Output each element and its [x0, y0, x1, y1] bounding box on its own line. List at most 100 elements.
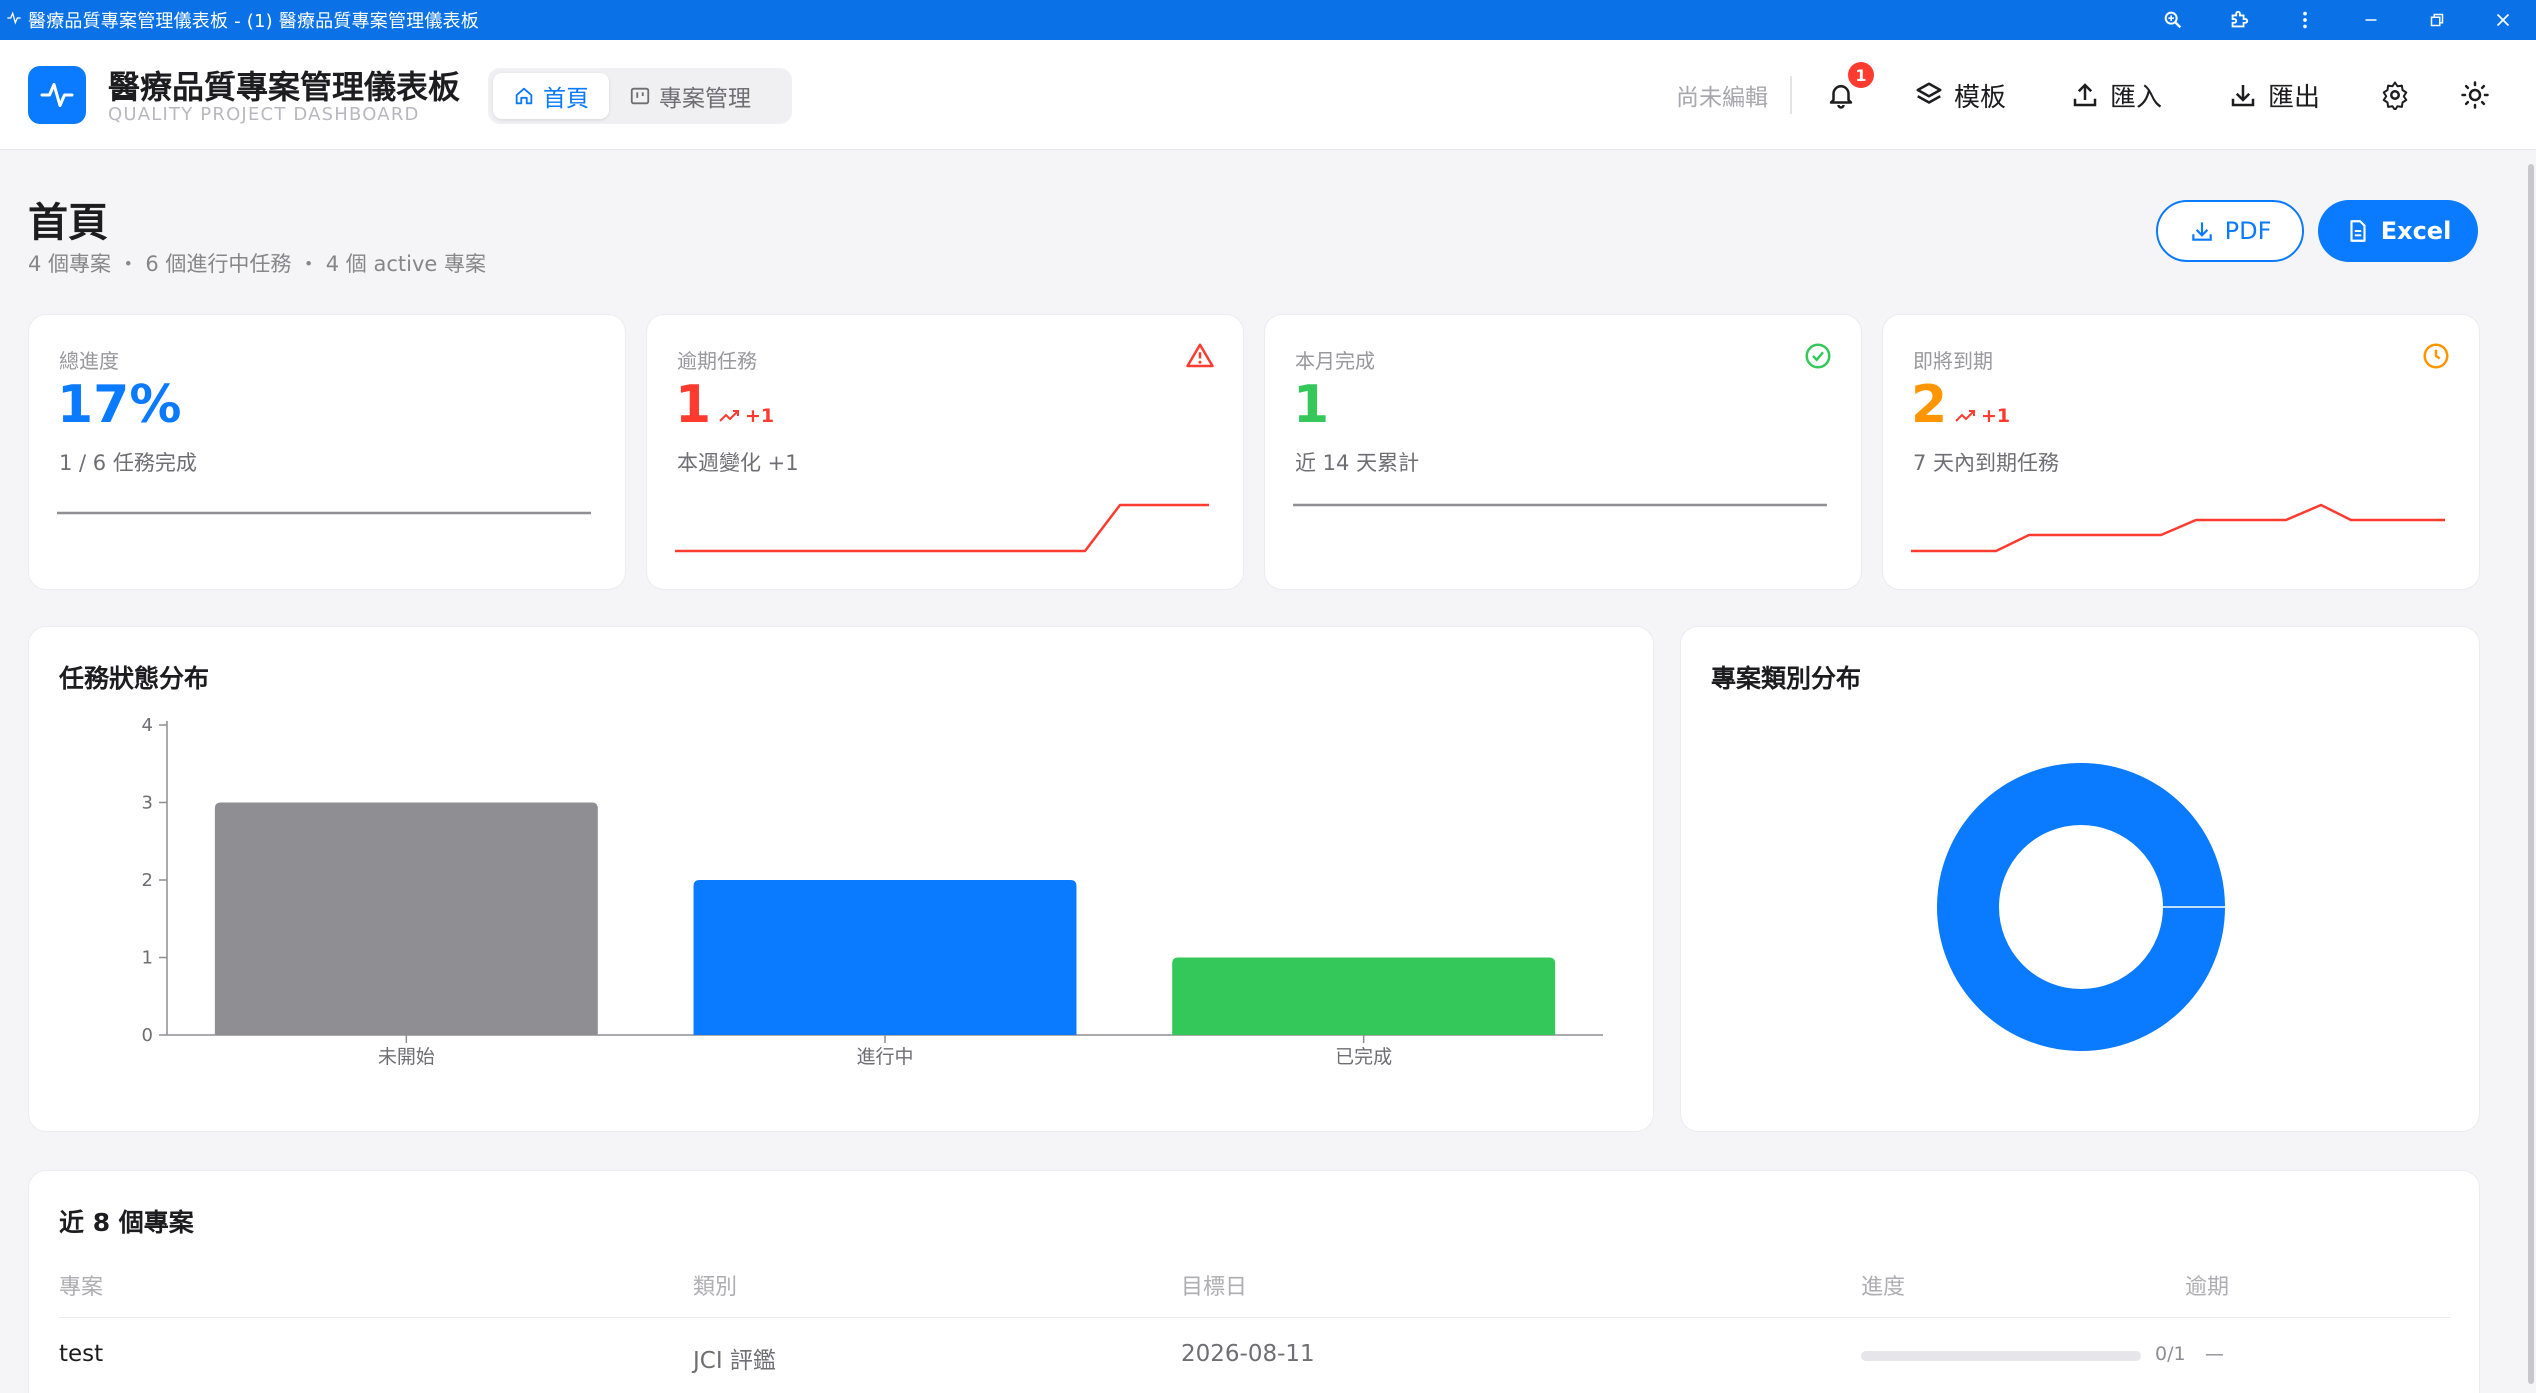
stat-sub: 本週變化 +1 [677, 451, 799, 475]
activity-icon [0, 10, 28, 31]
trending-up-icon [719, 410, 739, 422]
window-title: 醫療品質專案管理儀表板 - (1) 醫療品質專案管理儀表板 [28, 11, 479, 32]
sparkline [675, 503, 1209, 553]
download-icon [2231, 85, 2255, 107]
column-header-project: 專案 [59, 1275, 104, 1300]
kanban-icon [630, 87, 650, 105]
clock-icon [2423, 343, 2449, 369]
progress-text: 0/1 [2155, 1343, 2186, 1365]
stat-sub: 7 天內到期任務 [1913, 451, 2060, 475]
notifications-button[interactable] [1826, 40, 1856, 150]
app-logo [28, 66, 86, 124]
table-divider [59, 1317, 2451, 1318]
unsaved-status: 尚未編輯 [1676, 85, 1768, 111]
project-name[interactable]: test [59, 1341, 103, 1367]
stat-value: 2 [1911, 375, 1948, 435]
task-status-card: 任務狀態分布 0 1 2 3 4 未開始 進行中 已完成 [28, 626, 1654, 1132]
task-status-chart: 0 1 2 3 4 未開始 進行中 已完成 [142, 715, 1603, 1068]
gear-icon [2382, 81, 2408, 110]
stat-card-due-soon: 即將到期 2 +1 7 天內到期任務 [1882, 314, 2480, 590]
column-header-target-date: 目標日 [1181, 1275, 1248, 1300]
stat-label: 本月完成 [1295, 349, 1375, 373]
stat-label: 逾期任務 [677, 349, 757, 373]
templates-button[interactable]: 模板 [1914, 40, 2006, 150]
stat-trend-value: +1 [745, 405, 775, 427]
stat-sub: 近 14 天累計 [1295, 451, 1420, 475]
theme-toggle-button[interactable] [2460, 40, 2490, 150]
bar[interactable] [1172, 957, 1556, 1036]
progress-bar [1861, 1351, 2141, 1361]
trending-up-icon [1955, 410, 1975, 422]
column-header-overdue: 逾期 [2185, 1275, 2230, 1300]
import-label: 匯入 [2110, 82, 2163, 113]
stat-trend-value: +1 [1981, 405, 2011, 427]
minimize-icon[interactable] [2338, 0, 2404, 40]
scrollbar-thumb[interactable] [2528, 164, 2534, 1384]
column-header-progress: 進度 [1861, 1275, 1906, 1300]
y-tick-label: 4 [142, 715, 153, 736]
stat-card-total-progress: 總進度 17% 1 / 6 任務完成 [28, 314, 626, 590]
x-tick-label: 未開始 [378, 1046, 435, 1068]
recent-projects-title: 近 8 個專案 [59, 1208, 194, 1237]
y-tick-label: 1 [142, 948, 153, 969]
project-category: JCI 評鑑 [693, 1348, 776, 1374]
sparkline [1911, 503, 2445, 553]
divider [1790, 76, 1792, 114]
sun-icon [2461, 81, 2489, 109]
activity-icon [40, 83, 74, 107]
stat-value: 1 [1293, 375, 1330, 435]
export-pdf-button[interactable]: PDF [2156, 200, 2304, 262]
more-vertical-icon[interactable] [2272, 0, 2338, 40]
project-target-date: 2026-08-11 [1181, 1341, 1315, 1367]
y-tick-label: 0 [142, 1025, 153, 1046]
stat-value: 17% [57, 375, 182, 435]
sparkline [57, 511, 591, 515]
project-category-card: 專案類別分布 [1680, 626, 2480, 1132]
export-label: 匯出 [2268, 82, 2321, 113]
templates-label: 模板 [1954, 82, 2007, 113]
spreadsheet-icon [2350, 220, 2366, 242]
project-category-chart [1937, 763, 2225, 1051]
tab-project-management-label: 專案管理 [659, 86, 751, 112]
settings-button[interactable] [2380, 40, 2410, 150]
upload-icon [2073, 83, 2097, 107]
stat-label: 即將到期 [1913, 349, 1993, 373]
layers-icon [1916, 82, 1942, 104]
pdf-label: PDF [2224, 217, 2272, 245]
page-title: 首頁 [28, 200, 108, 246]
alert-triangle-icon [1186, 343, 1214, 368]
zoom-icon[interactable] [2140, 0, 2206, 40]
notification-badge: 1 [1848, 62, 1874, 88]
donut-slice[interactable] [1937, 763, 2225, 1051]
x-tick-label: 已完成 [1335, 1046, 1392, 1068]
extension-icon[interactable] [2206, 0, 2272, 40]
stat-sub: 1 / 6 任務完成 [59, 451, 197, 475]
stat-trend: +1 [1955, 405, 2010, 427]
sparkline [1293, 503, 1827, 507]
y-tick-label: 3 [142, 793, 153, 814]
tab-home[interactable]: 首頁 [493, 73, 609, 119]
x-tick-label: 進行中 [856, 1046, 913, 1068]
export-excel-button[interactable]: Excel [2318, 200, 2478, 262]
check-circle-icon [1805, 343, 1831, 369]
import-button[interactable]: 匯入 [2070, 40, 2162, 150]
stat-card-month-completed: 本月完成 1 近 14 天累計 [1264, 314, 1862, 590]
close-icon[interactable] [2470, 0, 2536, 40]
page-scrollbar[interactable] [2526, 150, 2536, 1393]
column-header-category: 類別 [693, 1275, 738, 1300]
page-summary: 4 個專案 ・ 6 個進行中任務 ・ 4 個 active 專案 [28, 252, 486, 276]
stat-label: 總進度 [59, 349, 119, 373]
download-icon [2191, 222, 2212, 241]
nav-tabs: 首頁 專案管理 [488, 68, 792, 124]
bar[interactable] [693, 880, 1077, 1035]
window-title-bar: 醫療品質專案管理儀表板 - (1) 醫療品質專案管理儀表板 [0, 0, 2536, 40]
stat-value: 1 [675, 375, 712, 435]
tab-project-management[interactable]: 專案管理 [609, 73, 771, 119]
brand-subtitle: QUALITY PROJECT DASHBOARD [108, 104, 420, 125]
tab-home-label: 首頁 [543, 86, 589, 112]
home-icon [515, 87, 533, 105]
brand-title: 醫療品質專案管理儀表板 [108, 68, 461, 106]
restore-icon[interactable] [2404, 0, 2470, 40]
bar[interactable] [214, 802, 598, 1036]
export-button[interactable]: 匯出 [2228, 40, 2320, 150]
